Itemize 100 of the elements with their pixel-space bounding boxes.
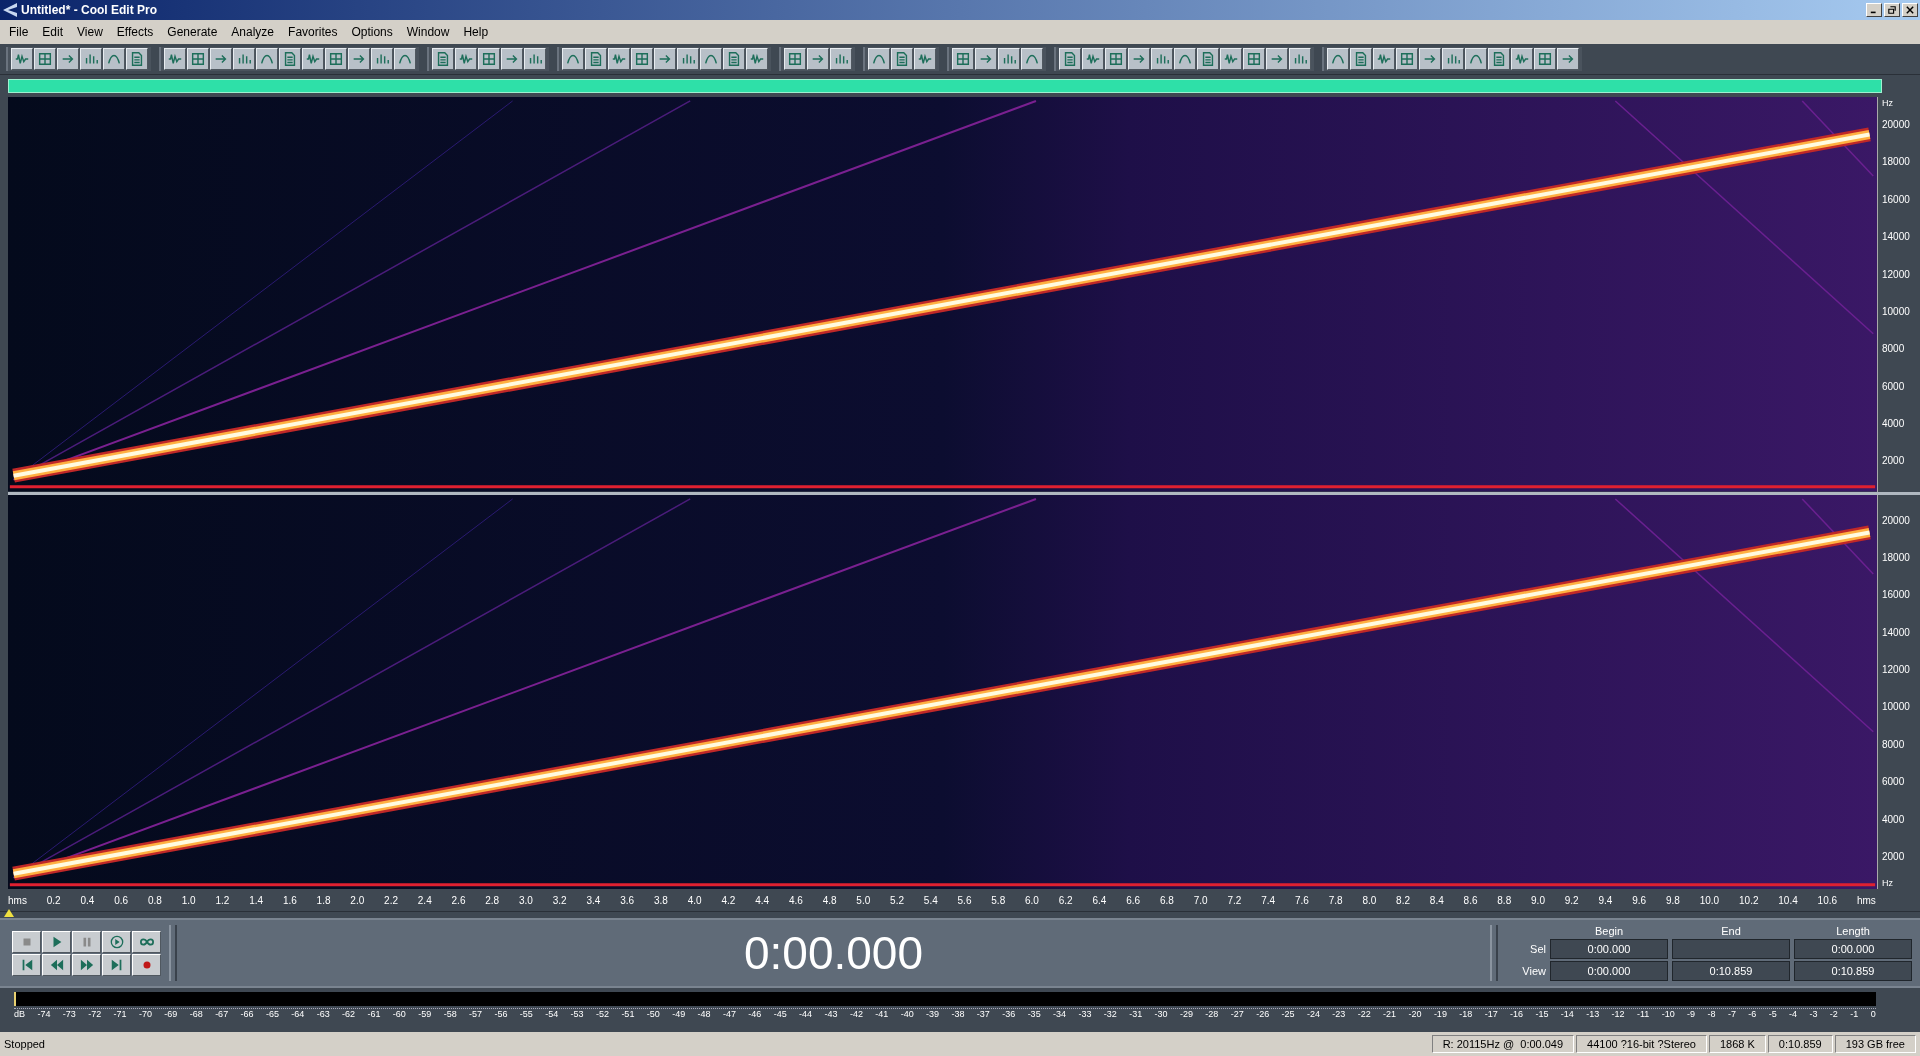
toolbar-button[interactable]: [1327, 48, 1349, 70]
toolbar-button[interactable]: [746, 48, 768, 70]
grip-handle[interactable]: [169, 925, 177, 981]
toolbar-button[interactable]: [302, 48, 324, 70]
play-button[interactable]: [42, 930, 71, 953]
toolbar-button[interactable]: [868, 48, 890, 70]
toolbar-button[interactable]: [1243, 48, 1265, 70]
menu-item[interactable]: Favorites: [281, 25, 345, 39]
toolbar-button[interactable]: [478, 48, 500, 70]
toolbar-button[interactable]: [164, 48, 186, 70]
toolbar-button[interactable]: [34, 48, 56, 70]
menu-item[interactable]: File: [2, 25, 36, 39]
time-field[interactable]: 0:00.000: [1550, 961, 1668, 981]
toolbar-button[interactable]: [1511, 48, 1533, 70]
menu-item[interactable]: Help: [456, 25, 496, 39]
play-looped-button[interactable]: [102, 930, 131, 953]
toolbar-button[interactable]: [1488, 48, 1510, 70]
toolbar-button[interactable]: [1220, 48, 1242, 70]
toolbar-button[interactable]: [1128, 48, 1150, 70]
grip-handle[interactable]: [1490, 925, 1498, 981]
toolbar-button[interactable]: [1442, 48, 1464, 70]
toolbar-button[interactable]: [952, 48, 974, 70]
toolbar-button[interactable]: [394, 48, 416, 70]
toolbar-button[interactable]: [700, 48, 722, 70]
time-field[interactable]: 0:00.000: [1550, 939, 1668, 959]
toolbar-button[interactable]: [891, 48, 913, 70]
loop-button[interactable]: [132, 930, 161, 953]
toolbar-button[interactable]: [1557, 48, 1579, 70]
toolbar-button[interactable]: [631, 48, 653, 70]
toolbar-button[interactable]: [585, 48, 607, 70]
time-field[interactable]: 0:10.859: [1672, 961, 1790, 981]
toolbar-button[interactable]: [784, 48, 806, 70]
go-to-end-button[interactable]: [102, 953, 131, 976]
toolbar-button[interactable]: [975, 48, 997, 70]
status-field: 193 GB free: [1834, 1035, 1916, 1053]
toolbar-button[interactable]: [57, 48, 79, 70]
toolbar-button[interactable]: [654, 48, 676, 70]
ruler-label: 6.6: [1126, 894, 1141, 906]
meter-label: -33: [1078, 1009, 1092, 1019]
toolbar-button[interactable]: [80, 48, 102, 70]
toolbar-button[interactable]: [126, 48, 148, 70]
toolbar-button[interactable]: [1082, 48, 1104, 70]
menu-item[interactable]: Effects: [109, 25, 161, 39]
toolbar-button[interactable]: [1419, 48, 1441, 70]
toolbar-button[interactable]: [1105, 48, 1127, 70]
record-button[interactable]: [132, 953, 161, 976]
toolbar-button[interactable]: [1465, 48, 1487, 70]
menu-item[interactable]: View: [70, 25, 110, 39]
toolbar-button[interactable]: [103, 48, 125, 70]
ruler-label: 5.4: [923, 894, 938, 906]
toolbar-button[interactable]: [998, 48, 1020, 70]
toolbar-button[interactable]: [723, 48, 745, 70]
toolbar-button[interactable]: [1197, 48, 1219, 70]
toolbar-button[interactable]: [562, 48, 584, 70]
menu-item[interactable]: Generate: [160, 25, 225, 39]
menu-item[interactable]: Analyze: [224, 25, 282, 39]
toolbar-button[interactable]: [279, 48, 301, 70]
toolbar-button[interactable]: [210, 48, 232, 70]
toolbar-button[interactable]: [187, 48, 209, 70]
toolbar-button[interactable]: [1266, 48, 1288, 70]
time-field[interactable]: 0:10.859: [1794, 961, 1912, 981]
toolbar-button[interactable]: [524, 48, 546, 70]
toolbar-button[interactable]: [371, 48, 393, 70]
pause-button[interactable]: [72, 930, 101, 953]
toolbar-button[interactable]: [455, 48, 477, 70]
toolbar-button[interactable]: [1350, 48, 1372, 70]
toolbar-button[interactable]: [608, 48, 630, 70]
toolbar-button[interactable]: [914, 48, 936, 70]
toolbar-button[interactable]: [501, 48, 523, 70]
fast-forward-button[interactable]: [72, 953, 101, 976]
close-button[interactable]: [1902, 3, 1918, 17]
toolbar-button[interactable]: [677, 48, 699, 70]
meter-label: -57: [469, 1009, 483, 1019]
toolbar-button[interactable]: [1289, 48, 1311, 70]
toolbar-button[interactable]: [1396, 48, 1418, 70]
toolbar-button[interactable]: [1151, 48, 1173, 70]
menu-item[interactable]: Edit: [35, 25, 71, 39]
toolbar-button[interactable]: [325, 48, 347, 70]
meter-label: -39: [926, 1009, 940, 1019]
toolbar-button[interactable]: [1373, 48, 1395, 70]
toolbar-button[interactable]: [11, 48, 33, 70]
minimize-button[interactable]: [1866, 3, 1882, 17]
toolbar-button[interactable]: [830, 48, 852, 70]
toolbar-button[interactable]: [1021, 48, 1043, 70]
menu-item[interactable]: Options: [344, 25, 400, 39]
toolbar-button[interactable]: [807, 48, 829, 70]
time-field[interactable]: [1672, 939, 1790, 959]
restore-button[interactable]: [1884, 3, 1900, 17]
time-field[interactable]: 0:00.000: [1794, 939, 1912, 959]
toolbar-button[interactable]: [348, 48, 370, 70]
go-to-start-button[interactable]: [12, 953, 41, 976]
toolbar-button[interactable]: [1534, 48, 1556, 70]
toolbar-button[interactable]: [256, 48, 278, 70]
stop-button[interactable]: [12, 930, 41, 953]
toolbar-button[interactable]: [1059, 48, 1081, 70]
toolbar-button[interactable]: [233, 48, 255, 70]
menu-item[interactable]: Window: [399, 25, 457, 39]
toolbar-button[interactable]: [432, 48, 454, 70]
toolbar-button[interactable]: [1174, 48, 1196, 70]
rewind-button[interactable]: [42, 953, 71, 976]
